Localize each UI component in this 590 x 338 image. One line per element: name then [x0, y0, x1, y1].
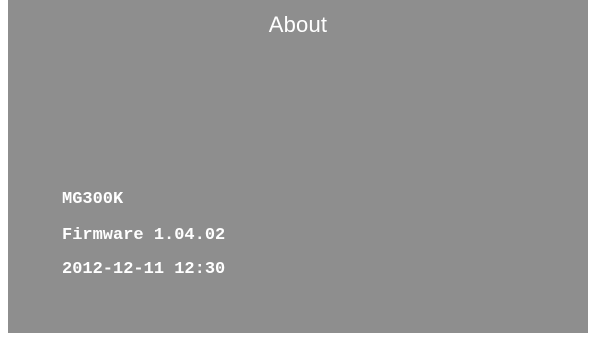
about-screen: About MG300K Firmware 1.04.02 2012-12-11…: [8, 0, 588, 333]
firmware-version: Firmware 1.04.02: [62, 226, 226, 245]
page-title: About: [268, 12, 328, 37]
model-name: MG300K: [62, 190, 124, 209]
build-datetime: 2012-12-11 12:30: [62, 260, 226, 279]
